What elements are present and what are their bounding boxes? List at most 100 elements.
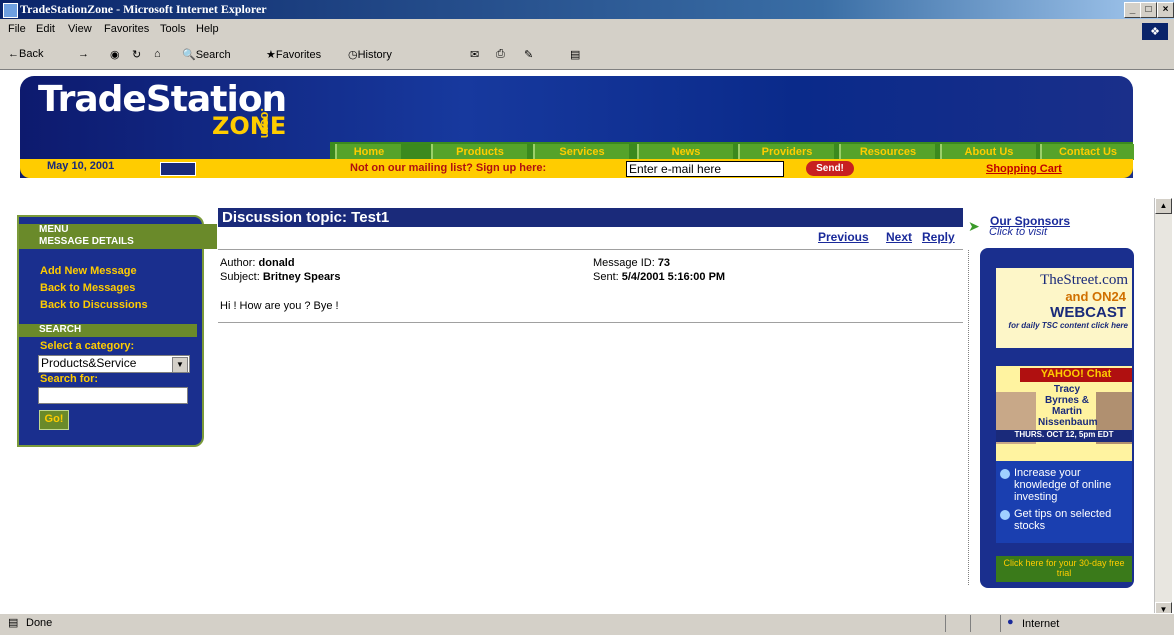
sent-value: 5/4/2001 5:16:00 PM — [621, 271, 726, 283]
nav-providers[interactable]: Providers — [738, 144, 834, 160]
reply-link[interactable]: Reply — [922, 230, 955, 244]
print-icon[interactable]: ⎙ — [496, 48, 505, 61]
sent-label: Sent: — [593, 271, 619, 283]
site-logo-com: .com — [258, 108, 273, 139]
vertical-scrollbar[interactable]: ▲ ▼ — [1154, 198, 1172, 618]
forward-button[interactable]: → — [78, 48, 89, 60]
divider — [968, 250, 970, 585]
menu-view[interactable]: View — [68, 23, 92, 35]
favorites-label: Favorites — [275, 49, 322, 61]
history-icon: ◷ — [348, 49, 358, 61]
message-id-label: Message ID: — [593, 257, 655, 269]
security-zone: Internet — [1022, 618, 1060, 630]
stop-icon[interactable]: ◉ — [110, 48, 120, 61]
shopping-cart-link[interactable]: Shopping Cart — [986, 163, 1062, 175]
next-link[interactable]: Next — [886, 230, 912, 244]
thestreet-ad[interactable]: TheStreet.com and ON24 WEBCAST for daily… — [996, 268, 1132, 348]
history-button[interactable]: ◷History — [348, 48, 392, 61]
ad1-line1: TheStreet.com — [1040, 272, 1128, 288]
message-body: Hi ! How are you ? Bye ! — [220, 300, 339, 312]
email-input[interactable] — [626, 161, 784, 177]
mailing-list-label: Not on our mailing list? Sign up here: — [350, 162, 547, 174]
search-icon: 🔍 — [182, 49, 196, 61]
message-id-field: Message ID: 73 — [593, 257, 670, 269]
search-heading: SEARCH — [19, 324, 197, 337]
menu-help[interactable]: Help — [196, 23, 219, 35]
author-field: Author: donald — [220, 257, 295, 269]
category-label: Select a category: — [40, 340, 135, 352]
ie-icon — [3, 3, 18, 18]
yahoo-chat-ad[interactable]: YAHOO! Chat Tracy Byrnes & Martin Nissen… — [996, 366, 1132, 470]
windows-logo-icon: ❖ — [1142, 23, 1168, 41]
free-trial-ad[interactable]: Click here for your 30-day free trial — [996, 556, 1132, 582]
status-bar — [0, 613, 1174, 635]
ad1-line2: and ON24 — [1065, 289, 1126, 304]
menu-file[interactable]: File — [8, 23, 26, 35]
search-button[interactable]: 🔍Search — [182, 48, 231, 61]
nav-about-us[interactable]: About Us — [940, 144, 1036, 160]
menu-bar: File Edit View Favorites Tools Help ❖ — [0, 19, 1174, 41]
window-title: TradeStationZone - Microsoft Internet Ex… — [20, 2, 267, 16]
subject-value: Britney Spears — [262, 271, 341, 283]
subject-label: Subject: — [220, 271, 260, 283]
scroll-up-icon[interactable]: ▲ — [1155, 198, 1172, 214]
menu-favorites[interactable]: Favorites — [104, 23, 149, 35]
nav-home[interactable]: Home — [335, 144, 401, 160]
divider — [970, 615, 971, 632]
investing-tips-ad[interactable]: Increase your knowledge of online invest… — [996, 461, 1132, 543]
subject-field: Subject: Britney Spears — [220, 271, 340, 283]
message-id-value: 73 — [657, 257, 671, 269]
divider — [945, 615, 946, 632]
previous-link[interactable]: Previous — [818, 230, 869, 244]
ad3-line2: Get tips on selected stocks — [1014, 508, 1112, 532]
ad1-line4: for daily TSC content click here — [1008, 321, 1128, 330]
ad4-text: Click here for your 30-day free trial — [1003, 558, 1125, 578]
minimize-button[interactable]: _ — [1124, 2, 1141, 18]
status-text: Done — [26, 617, 53, 629]
nav-services[interactable]: Services — [533, 144, 629, 160]
send-button[interactable]: Send! — [806, 161, 854, 176]
ad2-names: Tracy Byrnes & Martin Nissenbaum — [1038, 384, 1098, 428]
bullet-icon — [1000, 510, 1010, 520]
category-select[interactable]: Products&Service ▼ — [38, 355, 190, 373]
toolbar: ←Back → ◉ ↻ ⌂ 🔍Search ★Favorites ◷Histor… — [0, 40, 1174, 70]
mail-icon[interactable]: ✉ — [470, 48, 479, 61]
site-logo-zone: ZONE — [212, 112, 287, 140]
favorites-button[interactable]: ★Favorites — [266, 48, 321, 61]
menu-tools[interactable]: Tools — [160, 23, 186, 35]
nav-products[interactable]: Products — [431, 144, 527, 160]
ad2-date: THURS. OCT 12, 5pm EDT — [996, 430, 1132, 442]
back-to-discussions-link[interactable]: Back to Discussions — [40, 299, 148, 311]
divider — [218, 322, 963, 323]
author-value: donald — [258, 257, 295, 269]
back-button[interactable]: ←Back — [8, 48, 43, 60]
maximize-button[interactable]: □ — [1140, 2, 1157, 18]
nav-news[interactable]: News — [637, 144, 733, 160]
credit-card-icon — [160, 162, 196, 176]
history-label: History — [357, 49, 392, 61]
bullet-icon — [1000, 469, 1010, 479]
sponsors-subtitle: Click to visit — [989, 226, 1048, 238]
nav-resources[interactable]: Resources — [839, 144, 935, 160]
page-done-icon: ▤ — [8, 617, 19, 629]
menu-edit[interactable]: Edit — [36, 23, 55, 35]
back-to-messages-link[interactable]: Back to Messages — [40, 282, 135, 294]
ad2-brand: YAHOO! Chat — [1020, 368, 1132, 382]
search-input[interactable] — [38, 387, 188, 404]
search-label: Search — [195, 49, 231, 61]
add-new-message-link[interactable]: Add New Message — [40, 265, 137, 277]
home-icon[interactable]: ⌂ — [154, 48, 161, 60]
message-details-heading: MESSAGE DETAILS — [19, 236, 217, 249]
globe-icon: ● — [1007, 616, 1014, 628]
dropdown-arrow-icon[interactable]: ▼ — [172, 357, 188, 373]
ad1-line3: WEBCAST — [1050, 304, 1126, 321]
edit-icon[interactable]: ✎ — [524, 48, 533, 61]
close-button[interactable]: × — [1157, 2, 1174, 18]
sent-field: Sent: 5/4/2001 5:16:00 PM — [593, 271, 725, 283]
nav-contact-us[interactable]: Contact Us — [1040, 144, 1134, 160]
refresh-icon[interactable]: ↻ — [132, 48, 141, 61]
sponsor-arrow-icon: ➤ — [968, 218, 980, 234]
discuss-icon[interactable]: ▤ — [570, 48, 580, 61]
go-button[interactable]: Go! — [39, 410, 69, 430]
title-bar: TradeStationZone - Microsoft Internet Ex… — [0, 0, 1174, 19]
